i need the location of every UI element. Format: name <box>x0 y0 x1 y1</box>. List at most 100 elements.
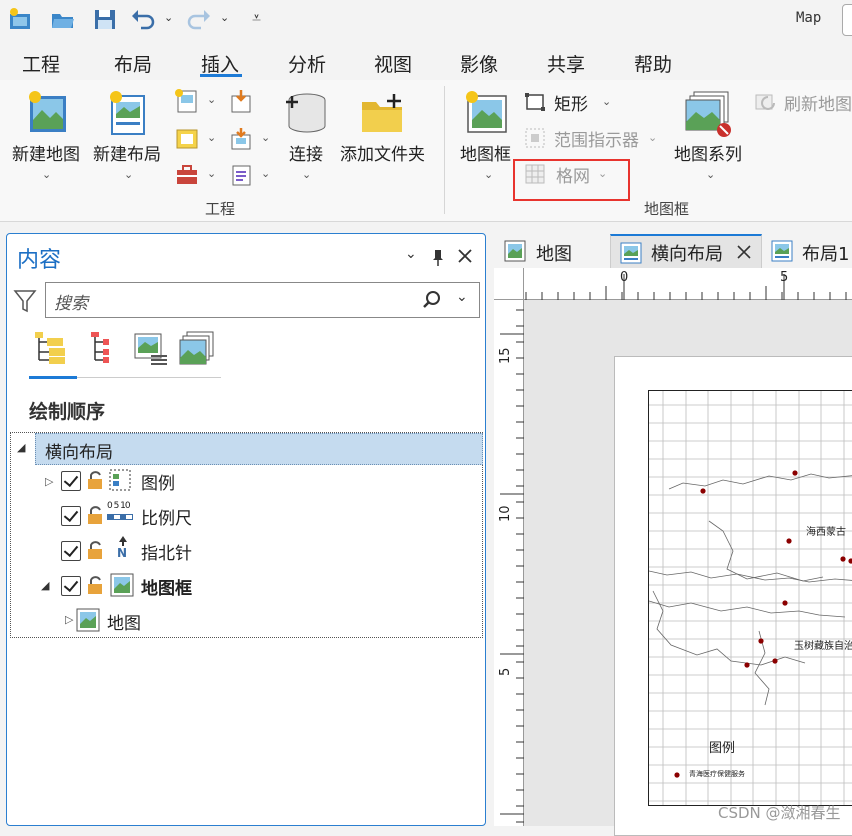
search-input[interactable]: 搜索 ⌄ <box>45 282 480 318</box>
connect-button[interactable]: 连接 ⌄ <box>280 88 332 181</box>
legend-icon <box>109 469 131 491</box>
active-tab-indicator <box>200 74 242 77</box>
redo-icon[interactable] <box>186 6 212 32</box>
new-layout-button[interactable]: 新建布局 ⌄ <box>90 88 168 181</box>
scale-bar-icon: 0 5 10 <box>107 501 135 525</box>
doc-tab-landscape-layout[interactable]: 横向布局 <box>610 234 762 268</box>
collapse-icon[interactable]: ◢ <box>17 441 25 454</box>
map-frame-icon <box>466 91 507 133</box>
drawing-order-tree: ◢ 横向布局 ▷ 图例 0 5 10 比例尺 N 指北针 ◢ 地图框 ▷ 地图 <box>10 432 483 638</box>
data-source-icon[interactable] <box>133 330 169 366</box>
contents-pane: 内容 ⌄ 搜索 ⌄ 绘制顺序 ◢ 横向布局 ▷ 图例 0 5 10 比例尺 N … <box>6 233 486 826</box>
chevron-down-icon: ⌄ <box>648 131 658 144</box>
add-item-icon[interactable] <box>228 126 254 152</box>
app-title: Map <box>796 10 822 26</box>
doc-tab-layout1[interactable]: 布局1 <box>764 234 852 268</box>
filter-icon[interactable] <box>13 288 37 314</box>
map-frame-node-label[interactable]: 地图框 <box>141 574 192 599</box>
view-divider <box>77 377 221 378</box>
map-frame-button[interactable]: 地图框 ⌄ <box>456 88 520 181</box>
tab-layout[interactable]: 布局 <box>114 50 152 77</box>
lock-icon[interactable] <box>85 539 107 561</box>
layout-page[interactable]: 海西蒙古 玉树藏族自治 图例 青海医疗保健服务 <box>614 356 852 836</box>
scale-bar-checkbox[interactable] <box>61 506 81 526</box>
chevron-down-icon[interactable]: ⌄ <box>261 131 270 144</box>
new-layout-icon <box>110 91 145 135</box>
legend-title: 图例 <box>709 741 736 756</box>
rectangle-label: 矩形 <box>554 95 588 115</box>
search-dropdown-icon[interactable]: ⌄ <box>456 289 468 305</box>
collapse-icon[interactable]: ◢ <box>41 579 49 592</box>
import-icon[interactable] <box>228 88 254 114</box>
drawing-order-icon[interactable] <box>33 330 69 366</box>
scale-bar-label[interactable]: 比例尺 <box>141 504 192 529</box>
map-node-icon <box>76 608 100 632</box>
new-layout-label: 新建布局 <box>93 145 161 165</box>
close-icon[interactable] <box>457 248 473 264</box>
north-arrow-label[interactable]: 指北针 <box>141 539 192 564</box>
chevron-down-icon[interactable]: ⌄ <box>207 167 216 180</box>
map-node-label[interactable]: 地图 <box>107 609 141 634</box>
tab-insert[interactable]: 插入 <box>201 50 239 77</box>
ruler-v-label-5: 5 <box>498 667 513 676</box>
map-graticule <box>649 391 852 805</box>
command-search-box[interactable] <box>842 4 852 36</box>
search-icon[interactable] <box>422 290 442 310</box>
legend-item-label: 青海医疗保健服务 <box>689 770 745 778</box>
layout-root-node[interactable]: 横向布局 <box>35 433 483 465</box>
close-tab-icon[interactable] <box>737 245 751 259</box>
tab-share[interactable]: 共享 <box>547 50 585 77</box>
import-map-icon[interactable] <box>174 88 200 114</box>
toolbox-red-icon[interactable] <box>174 162 200 188</box>
toolbox-icon[interactable] <box>174 126 200 152</box>
lock-icon[interactable] <box>85 469 107 491</box>
redo-dropdown-icon[interactable]: ⌄ <box>220 11 229 24</box>
layout-view[interactable]: 0 5 15 10 5 海西蒙古 玉树藏族自治 图例 青海医疗保健服务 <box>494 268 852 836</box>
vertical-ruler: 15 10 5 <box>494 300 524 826</box>
tab-analysis[interactable]: 分析 <box>288 50 326 77</box>
notebook-icon[interactable] <box>228 162 254 188</box>
undo-dropdown-icon[interactable]: ⌄ <box>164 11 173 24</box>
pane-options-icon[interactable]: ⌄ <box>405 246 417 262</box>
extent-indicator-icon <box>525 128 545 148</box>
chevron-down-icon: ⌄ <box>42 168 52 181</box>
north-arrow-checkbox[interactable] <box>61 541 81 561</box>
legend-label[interactable]: 图例 <box>141 469 175 494</box>
tab-project[interactable]: 工程 <box>22 50 60 77</box>
section-label: 绘制顺序 <box>29 401 106 423</box>
map-tab-label: 地图 <box>536 244 572 265</box>
chevron-down-icon: ⌄ <box>484 168 494 181</box>
grid-highlight-box <box>513 159 630 201</box>
save-project-icon[interactable] <box>92 6 118 32</box>
snapping-view-icon[interactable] <box>179 330 215 366</box>
rectangle-icon <box>525 93 545 111</box>
expand-icon[interactable]: ▷ <box>65 613 73 626</box>
chevron-down-icon[interactable]: ⌄ <box>261 167 270 180</box>
lock-icon[interactable] <box>85 574 107 596</box>
map-frame-checkbox[interactable] <box>61 576 81 596</box>
tab-view[interactable]: 视图 <box>374 50 412 77</box>
north-arrow-icon-text: N <box>117 546 128 560</box>
undo-icon[interactable] <box>130 6 156 32</box>
chevron-down-icon[interactable]: ⌄ <box>207 93 216 106</box>
ribbon-tabs: 工程 布局 插入 分析 视图 影像 共享 帮助 <box>0 44 852 80</box>
open-project-icon[interactable] <box>50 6 76 32</box>
add-folder-button[interactable]: 添加文件夹 <box>338 88 430 180</box>
chevron-down-icon: ⌄ <box>706 168 716 181</box>
horizontal-ruler: 0 5 <box>524 268 852 300</box>
legend-checkbox[interactable] <box>61 471 81 491</box>
pin-icon[interactable] <box>431 248 445 266</box>
chevron-down-icon[interactable]: ⌄ <box>207 131 216 144</box>
map-series-button[interactable]: 地图系列 ⌄ <box>668 88 752 181</box>
tab-help[interactable]: 帮助 <box>634 50 672 77</box>
doc-tab-map[interactable]: 地图 <box>496 234 604 268</box>
lock-icon[interactable] <box>85 504 107 526</box>
new-map-button[interactable]: 新建地图 ⌄ <box>10 88 86 181</box>
expand-icon[interactable]: ▷ <box>45 475 53 488</box>
customize-qat-icon[interactable]: ⩡ <box>252 8 261 28</box>
selection-list-icon[interactable] <box>89 330 121 366</box>
map-frame-element[interactable]: 海西蒙古 玉树藏族自治 图例 青海医疗保健服务 <box>648 390 852 806</box>
new-project-icon[interactable] <box>8 6 34 32</box>
new-map-label: 新建地图 <box>12 145 80 165</box>
tab-imagery[interactable]: 影像 <box>460 50 498 77</box>
